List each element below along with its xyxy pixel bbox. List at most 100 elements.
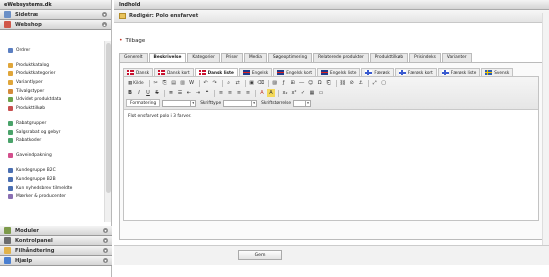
accordion-hjaelp[interactable]: Hjælp ▾ <box>0 256 112 266</box>
special-char-icon[interactable]: Ω <box>316 79 324 87</box>
lang-tab-dansk[interactable]: Dansk <box>123 68 154 76</box>
flash-icon[interactable]: ƒ <box>280 79 288 87</box>
menu-item-kundegruppe-b2b[interactable]: Kundegruppe B2B <box>0 175 104 184</box>
menu-item-udvidet-produktdata[interactable]: Udvidet produktdata <box>0 95 104 104</box>
indent-icon[interactable]: ⇥ <box>194 89 202 97</box>
numbered-list-icon[interactable]: ≣ <box>167 89 175 97</box>
editor-content[interactable]: Flot ensfarvet polo i 3 farver. <box>124 110 538 123</box>
tab-prisindeks[interactable]: Prisindeks <box>409 53 441 62</box>
strike-icon[interactable]: S <box>153 89 161 97</box>
tab-generelt[interactable]: Generelt <box>119 53 148 62</box>
cut-icon[interactable]: ✂ <box>152 79 160 87</box>
menu-item-maerker[interactable]: Mærker & producenter <box>0 192 104 201</box>
align-center-icon[interactable]: ≡ <box>226 89 234 97</box>
select-all-icon[interactable]: ▣ <box>248 79 256 87</box>
image-icon[interactable]: ▨ <box>271 79 279 87</box>
template-icon[interactable]: ▦ <box>308 89 316 97</box>
superscript-icon[interactable]: x² <box>290 89 298 97</box>
menu-item-nyhedsbrev[interactable]: Kun nyhedsbrev tilmeldte <box>0 184 104 193</box>
lang-tab-faerosk-kort[interactable]: Færøsk kort <box>394 68 437 76</box>
discount-icon <box>8 129 13 135</box>
horizontal-line-icon[interactable]: ― <box>298 79 306 87</box>
menu-item-ordrer[interactable]: Ordrer <box>0 46 104 55</box>
maximize-icon[interactable]: ⤢ <box>371 79 379 87</box>
tab-media[interactable]: Media <box>243 53 267 62</box>
italic-icon[interactable]: I <box>135 89 143 97</box>
lang-tab-dansk-kort[interactable]: Dansk kort <box>154 68 194 76</box>
spellcheck-icon[interactable]: ✓ <box>299 89 307 97</box>
lang-tab-engelsk-kort[interactable]: Engelsk kort <box>273 68 317 76</box>
lang-tab-engelsk[interactable]: Engelsk <box>238 68 273 76</box>
menu-item-salgsrabat[interactable]: Salgsrabat og gebyr <box>0 128 104 137</box>
link-icon[interactable]: ⛓ <box>339 79 347 87</box>
sidebar-scrollbar[interactable] <box>104 41 111 222</box>
paste-icon[interactable]: ▤ <box>170 79 178 87</box>
menu-item-tilvalgstyper[interactable]: Tilvalgstyper <box>0 87 104 96</box>
scrollbar-thumb[interactable] <box>106 43 111 193</box>
content-header: Indhold <box>114 0 549 10</box>
size-select[interactable]: ▾ <box>293 99 312 107</box>
menu-item-rabatgrupper[interactable]: Rabatgrupper <box>0 119 104 128</box>
accordion-kontrolpanel[interactable]: Kontrolpanel ▾ <box>0 236 112 246</box>
div-container-icon[interactable]: ▭ <box>317 89 325 97</box>
accordion-moduler[interactable]: Moduler ▾ <box>0 226 112 236</box>
table-icon[interactable]: ⊞ <box>289 79 297 87</box>
tab-kategorier[interactable]: Kategorier <box>187 53 220 62</box>
tab-sogeoptimering[interactable]: Søgeoptimering <box>267 53 313 62</box>
menu-item-rabatkoder[interactable]: Rabatkoder <box>0 136 104 145</box>
source-button[interactable]: ▦ Kilde <box>126 79 146 87</box>
tab-beskrivelse[interactable]: Beskrivelse <box>148 53 187 62</box>
format-select[interactable]: ▾ <box>162 99 197 107</box>
menu-item-produktkategorier[interactable]: Produktkategorier <box>0 70 104 79</box>
lang-tab-faerosk[interactable]: Færøsk <box>361 68 394 76</box>
lang-tab-faerosk-liste[interactable]: Færøsk liste <box>437 68 481 76</box>
unlink-icon[interactable]: ⊘ <box>348 79 356 87</box>
language-tabs: Dansk Dansk kort Dansk liste Engelsk Eng… <box>123 68 514 76</box>
cart-icon <box>4 21 11 28</box>
align-left-icon[interactable]: ≡ <box>217 89 225 97</box>
tab-produkttilkob[interactable]: Produkttilkøb <box>369 53 409 62</box>
page-break-icon[interactable]: ⎗ <box>325 79 333 87</box>
lang-tab-svensk[interactable]: Svensk <box>481 68 514 76</box>
bullet-list-icon[interactable]: ☰ <box>176 89 184 97</box>
undo-icon[interactable]: ↶ <box>202 79 210 87</box>
paste-word-icon[interactable]: W <box>188 79 196 87</box>
tab-relaterede-produkter[interactable]: Relaterede produkter <box>313 53 369 62</box>
back-link[interactable]: • Tilbage <box>119 37 145 44</box>
flag-dk-icon <box>158 70 166 75</box>
smiley-icon[interactable]: ☺ <box>307 79 315 87</box>
remove-format-icon[interactable]: ⌫ <box>257 79 265 87</box>
blockquote-icon[interactable]: ❝ <box>203 89 211 97</box>
lang-tab-dansk-liste[interactable]: Dansk liste <box>194 68 238 76</box>
accordion-webshop[interactable]: Webshop ▴ <box>0 20 111 30</box>
subscript-icon[interactable]: x₂ <box>281 89 289 97</box>
content-scrollbar[interactable] <box>542 13 549 245</box>
replace-icon[interactable]: ⇄ <box>234 79 242 87</box>
tab-priser[interactable]: Priser <box>220 53 243 62</box>
menu-item-kundegruppe-b2c[interactable]: Kundegruppe B2C <box>0 167 104 176</box>
copy-icon[interactable]: ⎘ <box>161 79 169 87</box>
bg-color-icon[interactable]: A <box>267 89 275 97</box>
align-justify-icon[interactable]: ≡ <box>244 89 252 97</box>
outdent-icon[interactable]: ⇤ <box>185 89 193 97</box>
accordion-filhandtering[interactable]: Filhåndtering ▾ <box>0 246 112 256</box>
tab-varianter[interactable]: Varianter <box>441 53 472 62</box>
bold-icon[interactable]: B <box>126 89 134 97</box>
align-right-icon[interactable]: ≡ <box>235 89 243 97</box>
menu-item-produkttilkob[interactable]: Produkttilkøb <box>0 104 104 113</box>
underline-icon[interactable]: U <box>144 89 152 97</box>
show-blocks-icon[interactable]: ▢ <box>380 79 388 87</box>
paste-text-icon[interactable]: ▥ <box>179 79 187 87</box>
menu-item-produktkatalog[interactable]: Produktkatalog <box>0 61 104 70</box>
menu-item-gaveindpakning[interactable]: Gaveindpakning <box>0 151 104 160</box>
accordion-sidetrae[interactable]: Sidetræ ▾ <box>0 10 111 20</box>
save-button[interactable]: Gem <box>238 250 282 260</box>
lang-tab-engelsk-liste[interactable]: Engelsk liste <box>317 68 361 76</box>
text-color-icon[interactable]: A <box>258 89 266 97</box>
menu-item-varianttyper[interactable]: Variantlyper <box>0 78 104 87</box>
lang-label: Dansk <box>136 70 150 75</box>
font-select[interactable]: ▾ <box>223 99 258 107</box>
anchor-icon[interactable]: ⚓ <box>357 79 365 87</box>
redo-icon[interactable]: ↷ <box>211 79 219 87</box>
find-icon[interactable]: ⌕ <box>225 79 233 87</box>
